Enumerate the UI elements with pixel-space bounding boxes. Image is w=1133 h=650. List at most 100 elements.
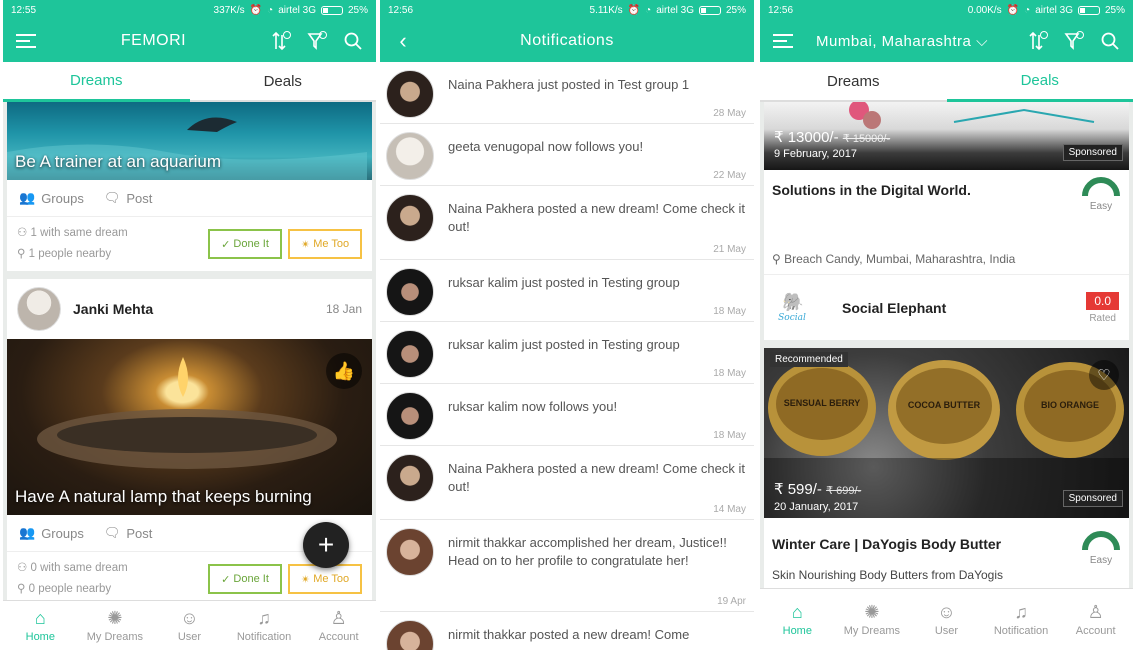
price-value: ₹ 13000/- [774, 129, 839, 146]
groups-button[interactable]: 👥 Groups [19, 190, 84, 206]
favorite-heart-icon[interactable]: ♡ [1089, 360, 1119, 390]
notification-text: geeta venugopal now follows you! [448, 139, 644, 154]
groups-icon: 👥 [19, 190, 36, 205]
nav-home[interactable]: ⌂ Home [3, 601, 78, 650]
nav-my-dreams[interactable]: ✺ My Dreams [835, 589, 910, 650]
avatar[interactable] [17, 287, 61, 331]
deal-body: Solutions in the Digital World. Easy ⚲ B… [764, 170, 1129, 274]
notification-text: Naina Pakhera posted a new dream! Come c… [448, 201, 745, 234]
battery-icon [320, 5, 343, 15]
avatar [386, 620, 434, 650]
deal-image[interactable]: ₹ 13000/- ₹ 15000/- 9 February, 2017 Spo… [764, 102, 1129, 170]
deal-card: SENSUAL BERRY COCOA BUTTER BIO ORANGE Re… [764, 348, 1129, 598]
status-time: 12:56 [768, 4, 794, 16]
me-too-button[interactable]: ✴ Me Too [288, 564, 362, 594]
search-icon[interactable] [1099, 30, 1121, 52]
like-icon[interactable]: 👍 [326, 353, 362, 389]
card-author-row: Janki Mehta 18 Jan [7, 279, 372, 339]
location-icon: ⚲ [772, 252, 785, 266]
nearby-count: ⚲ 1 people nearby [17, 244, 202, 265]
vendor-logo-text: Social [778, 313, 806, 323]
dream-image-aquarium[interactable]: Be A trainer at an aquarium [7, 102, 372, 180]
deal-title[interactable]: Solutions in the Digital World. [772, 182, 1121, 198]
avatar [386, 268, 434, 316]
vendor-row[interactable]: 🐘 Social Social Elephant 0.0 Rated [764, 274, 1129, 340]
rating-badge: 0.0 [1086, 291, 1119, 310]
nav-label: User [934, 625, 959, 637]
person-icon: ⚇ [17, 562, 28, 574]
nav-account[interactable]: ♙ Account [301, 601, 376, 650]
dream-card: Be A trainer at an aquarium 👥 Groups 🗨 Pos… [7, 102, 372, 271]
nav-notification[interactable]: ♫ Notification [227, 601, 302, 650]
vendor-name: Social Elephant [842, 299, 947, 316]
deal-price: ₹ 13000/- ₹ 15000/- [774, 128, 890, 146]
jar-label-2: COCOA BUTTER [907, 400, 981, 410]
user-icon: ☺ [937, 602, 956, 622]
done-it-button[interactable]: ✓ Done It [208, 229, 282, 259]
nav-home[interactable]: ⌂ Home [760, 589, 835, 650]
done-it-button[interactable]: ✓ Done It [208, 564, 282, 594]
nav-user[interactable]: ☺ User [909, 589, 984, 650]
post-button[interactable]: 🗨 Post [104, 190, 153, 206]
author-name[interactable]: Janki Mehta [73, 301, 326, 317]
tab-deals[interactable]: Deals [189, 62, 376, 102]
rated-label: Rated [1089, 312, 1116, 324]
sort-icon[interactable] [1027, 30, 1049, 52]
notification-text: Naina Pakhera posted a new dream! Come c… [448, 461, 745, 494]
price-value: ₹ 599/- [774, 481, 822, 498]
check-icon: ✓ [221, 238, 234, 251]
menu-icon[interactable] [772, 30, 794, 52]
back-icon[interactable]: ‹ [392, 28, 414, 53]
me-too-button[interactable]: ✴ Me Too [288, 229, 362, 259]
post-button[interactable]: 🗨 Post [104, 525, 153, 541]
nav-user[interactable]: ☺ User [152, 601, 227, 650]
notification-item[interactable]: ruksar kalim just posted in Testing grou… [380, 322, 754, 384]
screen-notifications: 12:56 5.11K/s ⏰ ◔ airtel 3G 25% ‹ Notifi… [380, 0, 754, 650]
avatar [386, 194, 434, 242]
deal-image[interactable]: SENSUAL BERRY COCOA BUTTER BIO ORANGE Re… [764, 348, 1129, 518]
notification-item[interactable]: Naina Pakhera just posted in Test group … [380, 62, 754, 124]
app-bar: FEMORI [3, 20, 376, 62]
dream-caption: Have A natural lamp that keeps burning [15, 487, 312, 506]
notification-date: 14 May [713, 504, 746, 515]
notification-item[interactable]: nirmit thakkar posted a new dream! Come [380, 612, 754, 650]
nav-notification[interactable]: ♫ Notification [984, 589, 1059, 650]
page-title: Notifications [520, 32, 614, 49]
deal-address: ⚲ Breach Candy, Mumbai, Maharashtra, Ind… [772, 252, 1015, 266]
jar-1 [768, 360, 876, 456]
location-selector[interactable]: Mumbai, Maharashtra ⌵ [816, 33, 1027, 50]
vendor-logo: 🐘 Social [774, 292, 810, 323]
search-icon[interactable] [342, 30, 364, 52]
sort-icon[interactable] [270, 30, 292, 52]
add-dream-button[interactable]: + [303, 522, 349, 568]
difficulty-gauge: Easy [1081, 176, 1121, 212]
nav-account[interactable]: ♙ Account [1058, 589, 1133, 650]
battery-icon [698, 5, 721, 15]
notification-item[interactable]: ruksar kalim now follows you! 18 May [380, 384, 754, 446]
gauge-icon [1082, 531, 1120, 551]
deal-title[interactable]: Winter Care | DaYogis Body Butter [772, 536, 1121, 552]
notification-item[interactable]: Naina Pakhera posted a new dream! Come c… [380, 446, 754, 520]
menu-icon[interactable] [15, 30, 37, 52]
tab-deals[interactable]: Deals [946, 62, 1133, 102]
tab-dreams[interactable]: Dreams [760, 62, 947, 102]
filter-icon[interactable] [1063, 30, 1085, 52]
recommended-badge: Recommended [770, 352, 848, 367]
notification-text: nirmit thakkar posted a new dream! Come [448, 627, 690, 642]
nav-label: Account [1075, 625, 1116, 637]
deal-date: 9 February, 2017 [774, 148, 857, 160]
notification-item[interactable]: Naina Pakhera posted a new dream! Come c… [380, 186, 754, 260]
wifi-icon: ◔ [1024, 4, 1031, 16]
nearby-text: 0 people nearby [28, 583, 112, 595]
dream-image-lamp[interactable]: 👍 Have A natural lamp that keeps burning [7, 339, 372, 515]
groups-button[interactable]: 👥 Groups [19, 525, 84, 541]
notification-item[interactable]: nirmit thakkar accomplished her dream, J… [380, 520, 754, 612]
notification-item[interactable]: geeta venugopal now follows you! 22 May [380, 124, 754, 186]
filter-icon[interactable] [306, 30, 328, 52]
jar-label-1: SENSUAL BERRY [783, 398, 861, 408]
home-icon: ⌂ [34, 608, 46, 628]
nav-my-dreams[interactable]: ✺ My Dreams [78, 601, 153, 650]
bottom-nav: ⌂ Home ✺ My Dreams ☺ User ♫ Notification ♙ Ac… [3, 600, 376, 650]
tab-dreams[interactable]: Dreams [3, 62, 190, 102]
notification-item[interactable]: ruksar kalim just posted in Testing grou… [380, 260, 754, 322]
